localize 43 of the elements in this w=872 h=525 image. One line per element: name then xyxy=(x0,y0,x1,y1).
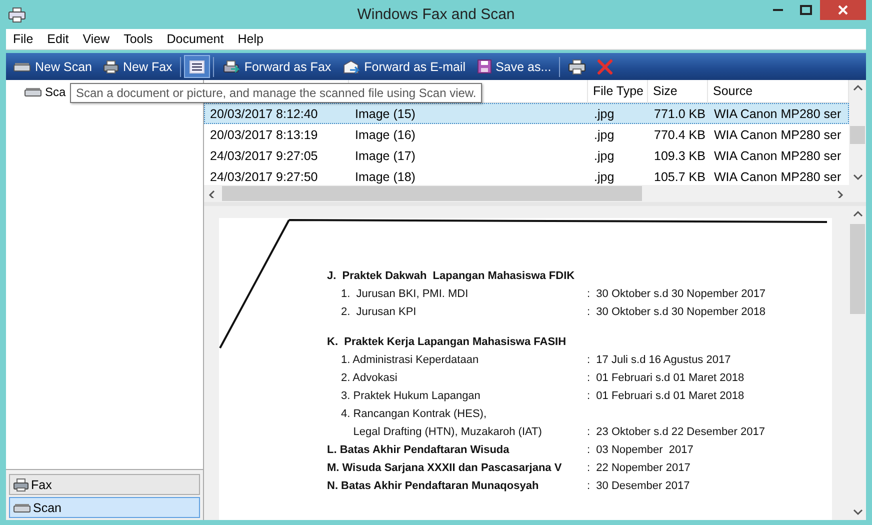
document-heading: K. Praktek Kerja Lapangan Mahasiswa FASIH xyxy=(327,336,568,348)
document-date: : 22 Nopember 2017 xyxy=(587,462,690,474)
document-heading: M. Wisuda Sarjana XXXII dan Pascasarjana V xyxy=(327,462,563,474)
table-cell-text: 105.7 KB xyxy=(653,170,706,184)
table-cell-text: 109.3 KB xyxy=(653,148,706,162)
table-cell-text: .jpg xyxy=(593,128,616,142)
document-date: : 23 Oktober s.d 22 Desember 2017 xyxy=(587,426,765,438)
table-cell-text: WIA Canon MP280 ser xyxy=(713,170,842,184)
document-item: Legal Drafting (HTN), Muzakaroh (IAT) xyxy=(352,426,543,438)
document-heading: N. Batas Akhir Pendaftaran Munaqosyah xyxy=(327,480,540,492)
table-cell-text: .jpg xyxy=(593,170,616,184)
document-date: : 01 Februari s.d 01 Maret 2018 xyxy=(587,390,744,402)
document-heading: J. Praktek Dakwah Lapangan Mahasiswa FDIK xyxy=(327,270,576,282)
table-cell-text: .jpg xyxy=(593,106,616,120)
document-heading: L. Batas Akhir Pendaftaran Wisuda xyxy=(327,444,510,456)
document-date: : 30 Oktober s.d 30 Nopember 2017 xyxy=(587,288,766,300)
table-cell-text: WIA Canon MP280 ser xyxy=(713,106,842,120)
document-item: 1. Jurusan BKI, PMI. MDI xyxy=(340,288,470,300)
document-date: : 17 Juli s.d 16 Agustus 2017 xyxy=(587,354,731,366)
table-cell-text: Image (15) xyxy=(354,106,416,120)
document-item: 3. Praktek Hukum Lapangan xyxy=(340,390,482,402)
table-cell-text: 24/03/2017 9:27:50 xyxy=(209,170,319,184)
document-item: 1. Administrasi Keperdataan xyxy=(340,354,480,366)
tooltip: Scan a document or picture, and manage the scanned file using Scan view. xyxy=(70,83,482,103)
document-item: 2. Jurusan KPI xyxy=(340,306,418,318)
table-cell-text: Image (18) xyxy=(354,170,416,184)
table-cell-text: 771.0 KB xyxy=(653,106,706,120)
table-cell-text: Image (16) xyxy=(354,128,416,142)
document-item: 2. Advokasi xyxy=(340,372,398,384)
document-date: : 30 Oktober s.d 30 Nopember 2018 xyxy=(587,306,766,318)
document-date: : 01 Februari s.d 01 Maret 2018 xyxy=(587,372,744,384)
document-date: : 30 Desember 2017 xyxy=(587,480,690,492)
table-cell-text: WIA Canon MP280 ser xyxy=(713,148,842,162)
window-title: Windows Fax and Scan xyxy=(356,6,516,23)
document-item: 4. Rancangan Kontrak (HES), xyxy=(340,408,488,420)
document-date: : 03 Nopember 2017 xyxy=(587,444,694,456)
table-cell-text: Image (17) xyxy=(354,148,416,162)
table-cell-text: 20/03/2017 8:13:19 xyxy=(209,128,319,142)
table-cell-text: 770.4 KB xyxy=(653,128,706,142)
table-cell-text: 20/03/2017 8:12:40 xyxy=(209,106,319,120)
table-cell-text: 24/03/2017 9:27:05 xyxy=(209,148,319,162)
table-cell-text: .jpg xyxy=(593,148,616,162)
table-cell-text: WIA Canon MP280 ser xyxy=(713,128,842,142)
